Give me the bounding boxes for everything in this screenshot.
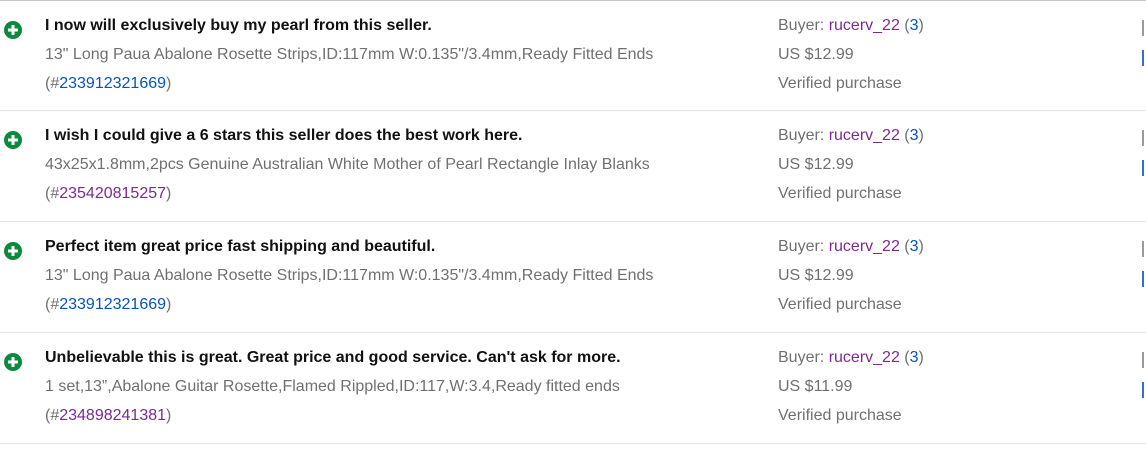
item-title: 13" Long Paua Abalone Rosette Strips,ID:… <box>45 46 654 63</box>
buyer-score-link[interactable]: 3 <box>910 238 919 255</box>
item-number-open: (# <box>45 296 60 313</box>
item-price: US $12.99 <box>778 267 854 284</box>
buyer-score-link[interactable]: 3 <box>910 127 919 144</box>
truncated-column-text <box>1142 352 1144 368</box>
buyer-line: Buyer: rucerv_22 (3) <box>778 127 924 145</box>
item-number-open: (# <box>45 185 60 202</box>
item-title: 13" Long Paua Abalone Rosette Strips,ID:… <box>45 267 654 284</box>
buyer-line: Buyer: rucerv_22 (3) <box>778 349 924 367</box>
feedback-comment: Perfect item great price fast shipping a… <box>45 238 436 255</box>
buyer-score-close: ) <box>918 17 924 34</box>
buyer-score-link[interactable]: 3 <box>910 17 919 34</box>
truncated-column-text <box>1142 241 1144 257</box>
buyer-label: Buyer: <box>778 238 829 255</box>
item-number-close: ) <box>166 296 172 313</box>
truncated-column-link[interactable] <box>1142 160 1144 176</box>
buyer-score-open: ( <box>899 127 910 144</box>
truncated-column-link[interactable] <box>1142 50 1144 66</box>
positive-plus-icon <box>4 242 22 260</box>
item-number-close: ) <box>166 75 172 92</box>
truncated-column-text <box>1142 20 1144 36</box>
item-number-link[interactable]: 233912321669 <box>59 75 166 92</box>
item-price: US $12.99 <box>778 156 854 173</box>
item-number-open: (# <box>45 407 60 424</box>
item-number-close: ) <box>166 407 172 424</box>
buyer-label: Buyer: <box>778 17 829 34</box>
item-price: US $12.99 <box>778 46 854 63</box>
buyer-name-link[interactable]: rucerv_22 <box>829 349 900 366</box>
item-number-close: ) <box>166 185 172 202</box>
item-number-line: (#233912321669) <box>45 296 171 314</box>
buyer-score-close: ) <box>918 238 924 255</box>
verified-purchase-label: Verified purchase <box>778 185 902 202</box>
truncated-column-text <box>1142 130 1144 146</box>
item-title: 43x25x1.8mm,2pcs Genuine Australian Whit… <box>45 156 650 173</box>
truncated-column-link[interactable] <box>1142 271 1144 287</box>
item-number-line: (#233912321669) <box>45 75 171 93</box>
buyer-name-link[interactable]: rucerv_22 <box>829 127 900 144</box>
item-number-line: (#234898241381) <box>45 407 171 425</box>
feedback-row: I wish I could give a 6 stars this selle… <box>0 111 1146 222</box>
feedback-comment: I now will exclusively buy my pearl from… <box>45 17 432 34</box>
item-number-link[interactable]: 233912321669 <box>59 296 166 313</box>
buyer-line: Buyer: rucerv_22 (3) <box>778 17 924 35</box>
item-number-link[interactable]: 234898241381 <box>59 407 166 424</box>
buyer-name-link[interactable]: rucerv_22 <box>829 238 900 255</box>
buyer-score-open: ( <box>899 349 910 366</box>
buyer-score-close: ) <box>918 127 924 144</box>
item-number-open: (# <box>45 75 60 92</box>
buyer-line: Buyer: rucerv_22 (3) <box>778 238 924 256</box>
buyer-name-link[interactable]: rucerv_22 <box>829 17 900 34</box>
positive-plus-icon <box>4 21 22 39</box>
buyer-score-close: ) <box>918 349 924 366</box>
buyer-score-open: ( <box>899 17 910 34</box>
positive-plus-icon <box>4 353 22 371</box>
verified-purchase-label: Verified purchase <box>778 75 902 92</box>
item-title: 1 set,13”,Abalone Guitar Rosette,Flamed … <box>45 378 620 395</box>
feedback-comment: I wish I could give a 6 stars this selle… <box>45 127 523 144</box>
truncated-column-link[interactable] <box>1142 382 1144 398</box>
item-number-line: (#235420815257) <box>45 185 171 203</box>
item-number-link[interactable]: 235420815257 <box>59 185 166 202</box>
feedback-row: Unbelievable this is great. Great price … <box>0 333 1146 444</box>
feedback-row: Perfect item great price fast shipping a… <box>0 222 1146 333</box>
buyer-score-open: ( <box>899 238 910 255</box>
feedback-row: I now will exclusively buy my pearl from… <box>0 1 1146 111</box>
verified-purchase-label: Verified purchase <box>778 296 902 313</box>
positive-plus-icon <box>4 131 22 149</box>
buyer-label: Buyer: <box>778 127 829 144</box>
item-price: US $11.99 <box>778 378 853 395</box>
buyer-score-link[interactable]: 3 <box>910 349 919 366</box>
buyer-label: Buyer: <box>778 349 829 366</box>
feedback-comment: Unbelievable this is great. Great price … <box>45 349 621 366</box>
verified-purchase-label: Verified purchase <box>778 407 902 424</box>
feedback-list: I now will exclusively buy my pearl from… <box>0 0 1146 465</box>
